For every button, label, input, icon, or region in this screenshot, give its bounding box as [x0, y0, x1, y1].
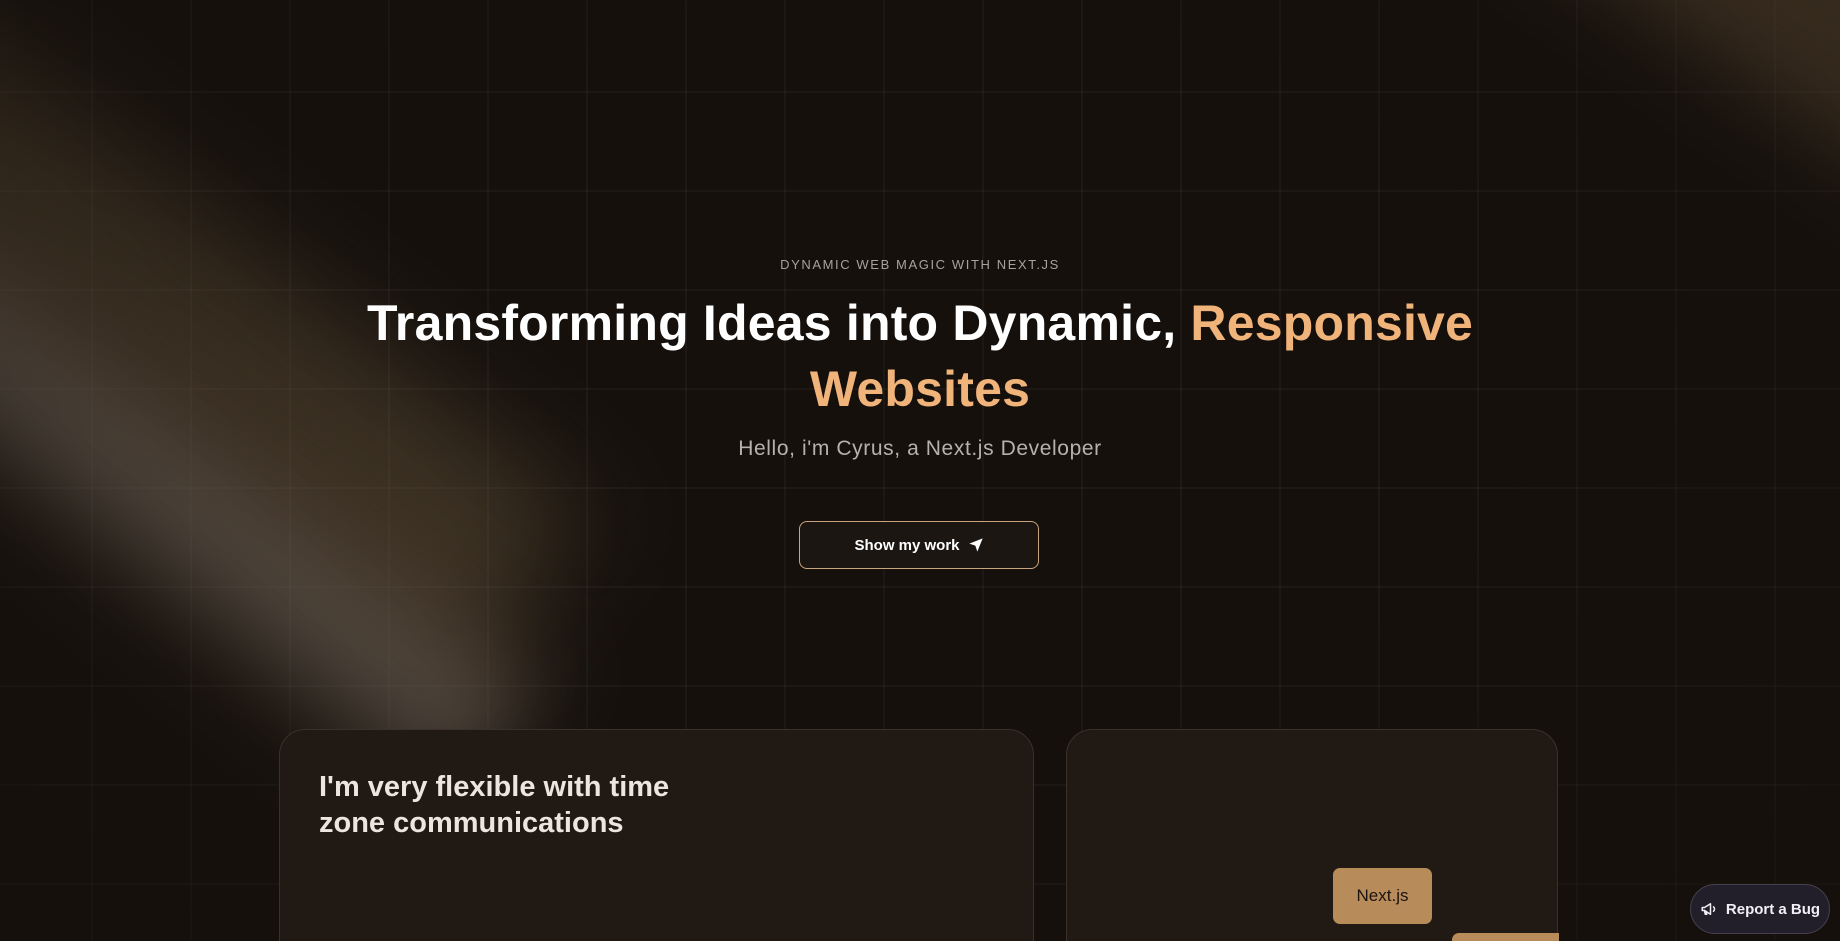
tech-chip-nextjs: Next.js [1333, 868, 1432, 924]
megaphone-icon [1700, 900, 1718, 918]
timezone-card: I'm very flexible with time zone communi… [279, 729, 1034, 941]
hero-headline: Transforming Ideas into Dynamic, Respons… [320, 290, 1520, 422]
tech-stack-card: Next.js [1066, 729, 1559, 941]
show-my-work-button[interactable]: Show my work [799, 521, 1039, 569]
hero-subtitle: Hello, i'm Cyrus, a Next.js Developer [738, 437, 1102, 460]
report-bug-button[interactable]: Report a Bug [1690, 884, 1830, 934]
cta-label: Show my work [854, 536, 960, 554]
tech-chip [1452, 933, 1559, 941]
headline-main: Transforming Ideas into Dynamic, [366, 295, 1191, 351]
timezone-card-title: I'm very flexible with time zone communi… [319, 771, 670, 839]
hero-eyebrow: DYNAMIC WEB MAGIC WITH NEXT.JS [780, 257, 1060, 272]
send-icon [968, 537, 984, 553]
report-bug-label: Report a Bug [1725, 900, 1821, 918]
page: DYNAMIC WEB MAGIC WITH NEXT.JS Transform… [0, 0, 1840, 941]
